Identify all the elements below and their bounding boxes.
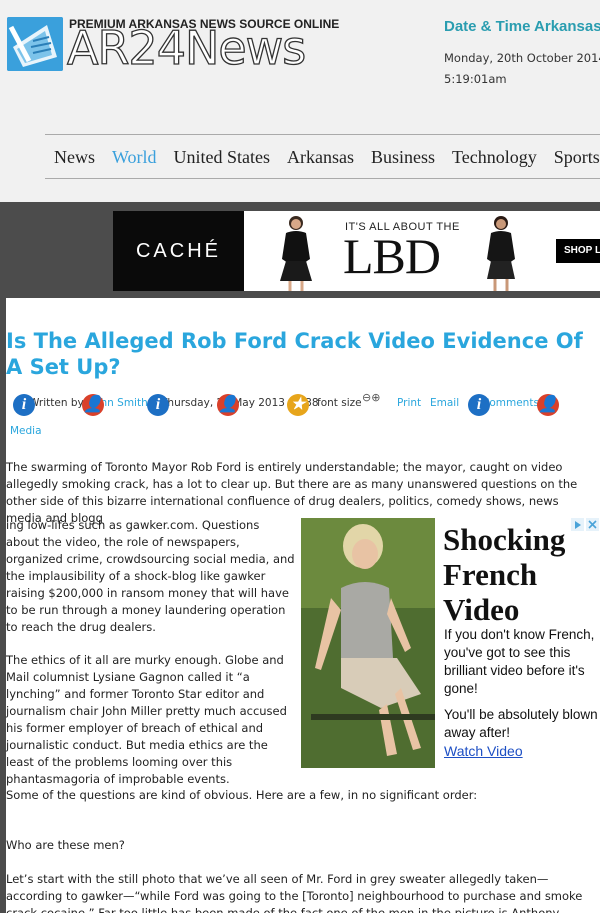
side-ad-headline-line: Shocking xyxy=(443,522,566,557)
banner-shop-button[interactable]: SHOP L xyxy=(556,239,600,263)
banner-ad-headline: LBD xyxy=(343,228,441,284)
user-icon-3[interactable]: 👤 xyxy=(537,394,559,416)
side-ad-headline-line: French xyxy=(443,557,538,592)
main-nav: News World United States Arkansas Busine… xyxy=(45,134,600,179)
side-ad-headline: Shocking French Video xyxy=(443,522,565,627)
comments-link[interactable]: Comments xyxy=(482,397,539,409)
article-paragraph: Some of the questions are kind of obviou… xyxy=(6,788,478,802)
nav-item-arkansas[interactable]: Arkansas xyxy=(287,147,354,168)
info-icon-2[interactable]: i xyxy=(147,394,169,416)
banner-model-image-2 xyxy=(487,216,515,291)
banner-ad[interactable]: CACHÉ IT'S ALL ABOUT THE LBD SHOP L xyxy=(113,211,600,291)
article-paragraph: The ethics of it all are murky enough. G… xyxy=(6,653,287,786)
side-ad-body: If you don't know French, you've got to … xyxy=(444,627,595,696)
info-icon[interactable]: i xyxy=(13,394,35,416)
nav-item-world[interactable]: World xyxy=(112,147,157,168)
nav-item-technology[interactable]: Technology xyxy=(452,147,537,168)
logo-icon[interactable] xyxy=(7,17,63,71)
article-title[interactable]: Is The Alleged Rob Ford Crack Video Evid… xyxy=(6,328,596,380)
article-paragraph: Let’s start with the still photo that we… xyxy=(6,872,583,913)
star-icon[interactable]: ★ xyxy=(287,394,309,416)
email-link[interactable]: Email xyxy=(430,397,459,409)
written-by-label: Written by xyxy=(29,397,84,409)
user-icon-2[interactable]: 👤 xyxy=(217,394,239,416)
banner-model-image xyxy=(280,216,312,291)
article-meta: Written by John Smith Thursday, 23 May 2… xyxy=(10,391,595,443)
current-date: Monday, 20th October 2014 xyxy=(444,51,600,65)
banner-ad-brand[interactable]: CACHÉ xyxy=(113,211,244,291)
side-ad[interactable]: Shocking French Video If you don't know … xyxy=(301,518,600,768)
user-icon[interactable]: 👤 xyxy=(82,394,104,416)
info-icon-3[interactable]: i xyxy=(468,394,490,416)
nav-item-sports[interactable]: Sports xyxy=(554,147,600,168)
nav-item-news[interactable]: News xyxy=(54,147,95,168)
datetime-title: Date & Time Arkansas xyxy=(444,18,600,35)
current-time: 5:19:01am xyxy=(444,72,507,86)
side-ad-body-2: You'll be absolutely blown away after! xyxy=(444,707,598,740)
side-ad-photo[interactable] xyxy=(301,518,435,768)
article-paragraph: ing low-lifes such as gawker.com. Questi… xyxy=(6,518,295,634)
side-ad-headline-line: Video xyxy=(443,592,520,627)
media-link[interactable]: Media xyxy=(10,425,42,437)
ad-choices-icon[interactable] xyxy=(571,518,599,532)
font-size-label: font size xyxy=(317,397,362,409)
site-name[interactable]: AR24News xyxy=(66,24,307,71)
article-subheading: Who are these men? xyxy=(6,838,125,852)
nav-item-united-states[interactable]: United States xyxy=(174,147,271,168)
font-size-toggle-icon[interactable]: ⊖⊕ xyxy=(362,391,380,404)
print-link[interactable]: Print xyxy=(397,397,421,409)
nav-item-business[interactable]: Business xyxy=(371,147,435,168)
watch-video-link[interactable]: Watch Video xyxy=(444,743,523,759)
site-header: PREMIUM ARKANSAS NEWS SOURCE ONLINE AR24… xyxy=(0,0,600,202)
